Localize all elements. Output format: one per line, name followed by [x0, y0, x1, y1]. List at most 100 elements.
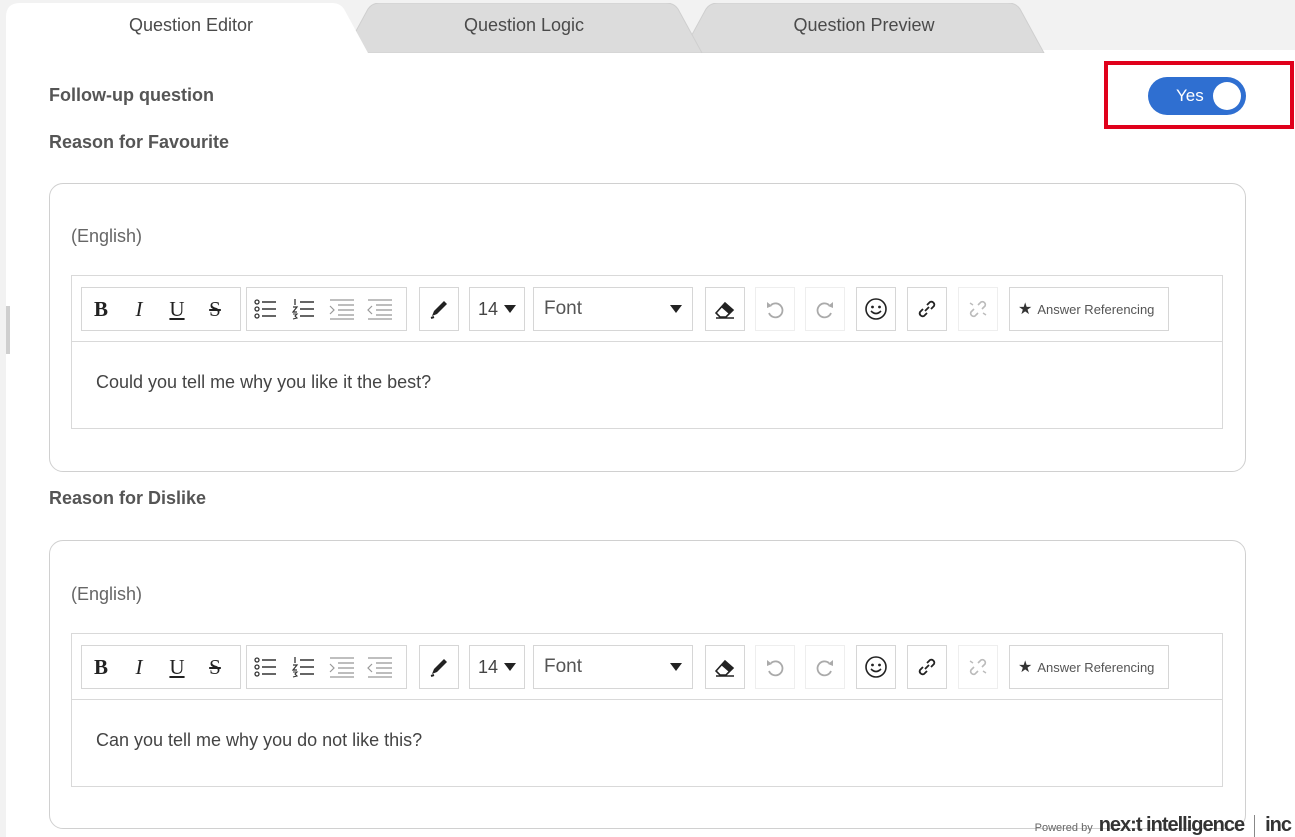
unlink-icon: [969, 658, 987, 676]
format-group: B I U S: [81, 287, 241, 331]
unlink-icon: [969, 300, 987, 318]
font-family-value: Font: [544, 298, 583, 319]
redo-inner[interactable]: [806, 646, 844, 688]
resize-handle[interactable]: [6, 306, 10, 354]
numbered-list-button[interactable]: [285, 288, 323, 330]
undo-button[interactable]: [755, 645, 795, 689]
link-icon: [918, 300, 936, 318]
unlink-inner[interactable]: [959, 646, 997, 688]
followup-toggle[interactable]: Yes: [1148, 77, 1246, 115]
italic-button[interactable]: I: [120, 646, 158, 688]
font-size-value: 14: [478, 656, 499, 677]
font-family-select[interactable]: Font: [533, 645, 693, 689]
outdent-button[interactable]: [361, 288, 399, 330]
redo-button[interactable]: [805, 287, 845, 331]
bullet-list-button[interactable]: [247, 288, 285, 330]
italic-button[interactable]: I: [120, 288, 158, 330]
pen-button[interactable]: [420, 288, 458, 330]
redo-icon: [816, 302, 833, 319]
brand-logo: nex:t intelligence: [1098, 814, 1245, 836]
numbered-list-icon: [292, 657, 314, 678]
clear-format-button[interactable]: [705, 645, 745, 689]
unlink-button[interactable]: [958, 287, 998, 331]
redo-button[interactable]: [805, 645, 845, 689]
outdent-button[interactable]: [361, 646, 399, 688]
tab-label: Question Logic: [463, 14, 585, 35]
font-size-value: 14: [478, 298, 499, 319]
chevron-down-icon: [670, 305, 682, 313]
question-card-favourite: (English) B I U S 14 Font ★ Answer Refer…: [49, 183, 1246, 472]
indent-button[interactable]: [323, 288, 361, 330]
tab-question-preview[interactable]: Question Preview: [682, 3, 1046, 53]
text-color-button[interactable]: [419, 287, 459, 331]
bold-button[interactable]: B: [82, 288, 120, 330]
numbered-list-icon: [292, 299, 314, 320]
strikethrough-button[interactable]: S: [196, 646, 234, 688]
pen-button[interactable]: [420, 646, 458, 688]
clear-format-button[interactable]: [705, 287, 745, 331]
bold-icon: B: [93, 296, 108, 321]
numbered-list-button[interactable]: [285, 646, 323, 688]
emoji-button[interactable]: [856, 645, 896, 689]
language-label: (English): [71, 584, 143, 604]
powered-by-footer: Powered by nex:t intelligence inc: [1035, 811, 1292, 837]
answer-referencing-label: Answer Referencing: [1037, 659, 1155, 675]
question-text-input[interactable]: Can you tell me why you do not like this…: [72, 700, 1222, 786]
bullet-list-icon: [254, 657, 276, 677]
eraser-icon: [714, 301, 735, 319]
list-group: [246, 287, 407, 331]
underline-button[interactable]: U: [158, 288, 196, 330]
tab-question-editor[interactable]: Question Editor: [6, 3, 376, 53]
question-text-input[interactable]: Could you tell me why you like it the be…: [72, 342, 1222, 428]
eraser-button[interactable]: [706, 646, 744, 688]
emoji-button[interactable]: [856, 287, 896, 331]
tab-question-logic[interactable]: Question Logic: [344, 3, 704, 53]
outdent-icon: [367, 657, 392, 678]
font-size-select[interactable]: 14: [469, 645, 525, 689]
followup-label: Follow-up question: [49, 85, 214, 105]
bullet-list-icon: [254, 299, 276, 319]
language-label: (English): [71, 226, 143, 246]
toggle-knob: [1213, 82, 1241, 110]
emoji-inner[interactable]: [857, 646, 895, 688]
indent-button[interactable]: [323, 646, 361, 688]
text-color-button[interactable]: [419, 645, 459, 689]
undo-button[interactable]: [755, 287, 795, 331]
format-group: B I U S: [81, 645, 241, 689]
tab-label: Question Preview: [793, 14, 935, 35]
redo-inner[interactable]: [806, 288, 844, 330]
redo-icon: [816, 660, 833, 677]
strikethrough-button[interactable]: S: [196, 288, 234, 330]
link-button[interactable]: [907, 645, 947, 689]
undo-inner[interactable]: [756, 288, 794, 330]
link-inner[interactable]: [908, 646, 946, 688]
rich-text-editor: B I U S: [71, 275, 1223, 429]
pen-icon: [430, 659, 447, 677]
bullet-list-button[interactable]: [247, 646, 285, 688]
unlink-button[interactable]: [958, 645, 998, 689]
emoji-inner[interactable]: [857, 288, 895, 330]
bold-icon: B: [93, 654, 108, 679]
tab-label: Question Editor: [128, 14, 254, 35]
font-size-select[interactable]: 14: [469, 287, 525, 331]
link-inner[interactable]: [908, 288, 946, 330]
link-button[interactable]: [907, 287, 947, 331]
section-label-dislike: Reason for Dislike: [49, 488, 207, 508]
answer-referencing-button[interactable]: ★ Answer Referencing: [1009, 287, 1169, 331]
bold-button[interactable]: B: [82, 646, 120, 688]
link-icon: [918, 658, 936, 676]
italic-icon: I: [135, 654, 143, 679]
underline-button[interactable]: U: [158, 646, 196, 688]
toggle-label: Yes: [1176, 86, 1204, 105]
outdent-icon: [367, 299, 392, 320]
strikethrough-icon: S: [209, 296, 221, 321]
pen-icon: [430, 301, 447, 319]
undo-icon: [767, 660, 784, 677]
font-family-select[interactable]: Font: [533, 287, 693, 331]
undo-inner[interactable]: [756, 646, 794, 688]
answer-referencing-button[interactable]: ★ Answer Referencing: [1009, 645, 1169, 689]
smiley-icon: [865, 656, 887, 678]
unlink-inner[interactable]: [959, 288, 997, 330]
section-label-favourite: Reason for Favourite: [49, 132, 230, 152]
eraser-button[interactable]: [706, 288, 744, 330]
